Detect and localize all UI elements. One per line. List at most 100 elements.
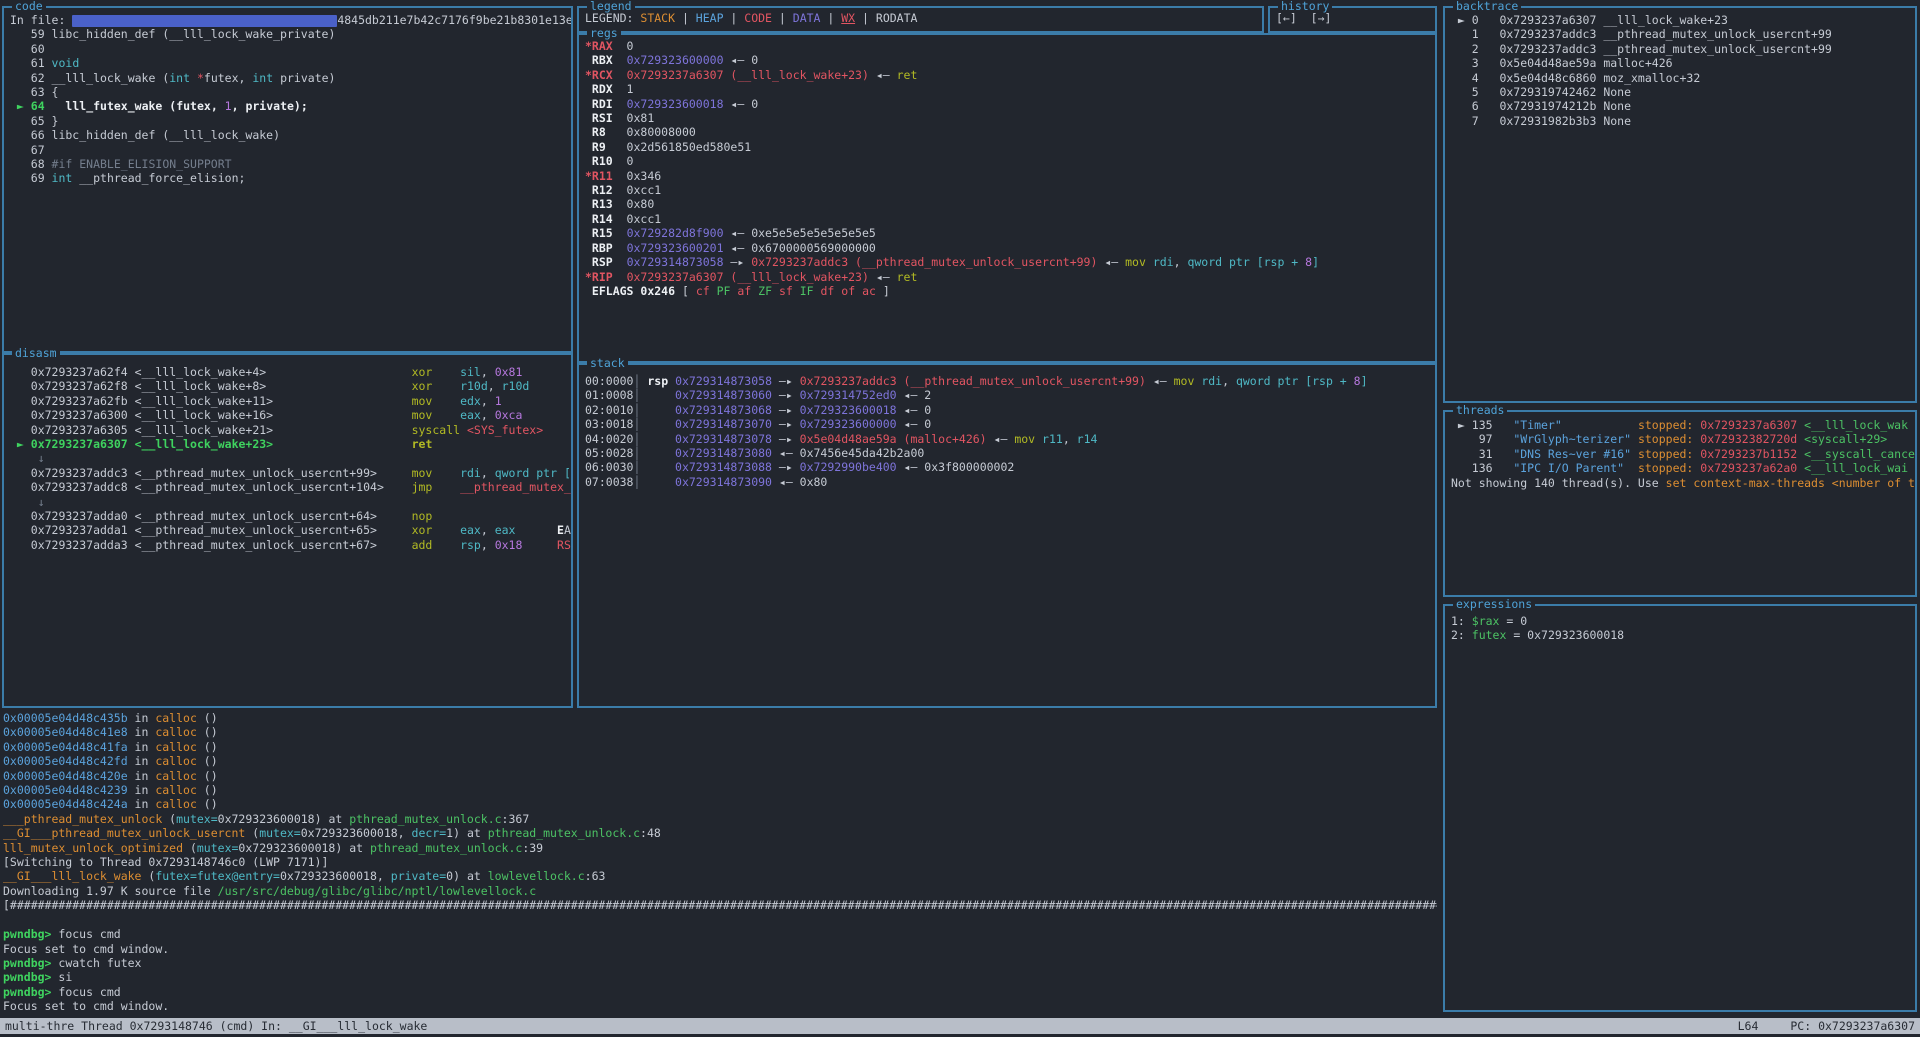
threads-panel: threads ► 135 "Timer" stopped: 0x7293237… <box>1443 410 1917 597</box>
terminal-line: ► 135 "Timer" stopped: 0x7293237a6307 <_… <box>1451 418 1915 432</box>
terminal-line: 1: $rax = 0 <box>1451 614 1915 628</box>
terminal-line: 04:0020│ 0x729314873078 —▸ 0x5e04d48ae59… <box>585 432 1435 446</box>
terminal-line: RDI 0x729323600018 ◂— 0 <box>585 97 1435 111</box>
registers-panel-body: *RAX 0 RBX 0x729323600000 ◂— 0*RCX 0x729… <box>579 35 1435 361</box>
status-line-indicator: L64 <box>1738 1018 1759 1034</box>
terminal-line: 0x7293237a62f8 <__lll_lock_wake+8> xor r… <box>10 379 571 393</box>
terminal-line: 0x00005e04d48c42fd in calloc () <box>3 754 1437 768</box>
terminal-line: [#######################################… <box>3 898 1437 912</box>
terminal-line: 0x00005e04d48c4239 in calloc () <box>3 783 1437 797</box>
terminal-line: ► 0x7293237a6307 <__lll_lock_wake+23> re… <box>10 437 571 451</box>
terminal-line: 0x00005e04d48c41fa in calloc () <box>3 740 1437 754</box>
history-panel: history [←] [→] <box>1268 6 1437 33</box>
terminal-line: 2 0x7293237addc3 __pthread_mutex_unlock_… <box>1451 42 1915 56</box>
terminal-line: 3 0x5e04d48ae59a malloc+426 <box>1451 56 1915 70</box>
code-panel-body: In file: 4845db211e7b42c7176f9be21b8301e… <box>4 8 571 351</box>
terminal-line: RBX 0x729323600000 ◂— 0 <box>585 53 1435 67</box>
terminal-line: 66 libc_hidden_def (__lll_lock_wake) <box>10 128 571 142</box>
history-back-button[interactable]: [←] <box>1276 11 1297 25</box>
terminal-line <box>3 913 1437 927</box>
terminal-line: 03:0018│ 0x729314873070 —▸ 0x72932360000… <box>585 417 1435 431</box>
backtrace-panel: backtrace ► 0 0x7293237a6307 __lll_lock_… <box>1443 6 1917 403</box>
stack-panel: stack 00:0000│ rsp 0x729314873058 —▸ 0x7… <box>577 363 1437 708</box>
terminal-line: 67 <box>10 143 571 157</box>
terminal-line: 6 0x72931974212b None <box>1451 99 1915 113</box>
registers-panel: regs *RAX 0 RBX 0x729323600000 ◂— 0*RCX … <box>577 33 1437 363</box>
terminal-line: 0x7293237a6305 <__lll_lock_wake+21> sysc… <box>10 423 571 437</box>
terminal-line: 0x00005e04d48c424a in calloc () <box>3 797 1437 811</box>
terminal-line: *RIP 0x7293237a6307 (__lll_lock_wake+23)… <box>585 270 1435 284</box>
terminal-line: 0x7293237a62f4 <__lll_lock_wake+4> xor s… <box>10 365 571 379</box>
terminal-line: 62 __lll_lock_wake (int *futex, int priv… <box>10 71 571 85</box>
terminal-line: 65 } <box>10 114 571 128</box>
terminal-line: R15 0x729282d8f900 ◂— 0xe5e5e5e5e5e5e5e5 <box>585 226 1435 240</box>
terminal-line: RBP 0x729323600201 ◂— 0x6700000569000000 <box>585 241 1435 255</box>
terminal-line: R8 0x80008000 <box>585 125 1435 139</box>
terminal-line: 01:0008│ 0x729314873060 —▸ 0x729314752ed… <box>585 388 1435 402</box>
status-bar: multi-thre Thread 0x7293148746 (cmd) In:… <box>0 1018 1920 1034</box>
terminal-line: 59 libc_hidden_def (__lll_lock_wake_priv… <box>10 27 571 41</box>
terminal-line: 07:0038│ 0x729314873090 ◂— 0x80 <box>585 475 1435 489</box>
terminal-line: 4 0x5e04d48c6860 moz_xmalloc+32 <box>1451 71 1915 85</box>
terminal-line: ↓ <box>10 451 571 465</box>
terminal-line: 68 #if ENABLE_ELISION_SUPPORT <box>10 157 571 171</box>
terminal-line: 0x7293237adda1 <__pthread_mutex_unlock_u… <box>10 523 571 537</box>
terminal-line: ► 0 0x7293237a6307 __lll_lock_wake+23 <box>1451 13 1915 27</box>
terminal-line: *RCX 0x7293237a6307 (__lll_lock_wake+23)… <box>585 68 1435 82</box>
terminal-line: 61 void <box>10 56 571 70</box>
terminal-line: 00:0000│ rsp 0x729314873058 —▸ 0x7293237… <box>585 374 1435 388</box>
terminal-line: 1 0x7293237addc3 __pthread_mutex_unlock_… <box>1451 27 1915 41</box>
terminal-line: R12 0xcc1 <box>585 183 1435 197</box>
terminal-line: 02:0010│ 0x729314873068 —▸ 0x72932360001… <box>585 403 1435 417</box>
terminal-line: 60 <box>10 42 571 56</box>
terminal-line: 0x7293237a6300 <__lll_lock_wake+16> mov … <box>10 408 571 422</box>
terminal-line: *RAX 0 <box>585 39 1435 53</box>
terminal-line: 5 0x729319742462 None <box>1451 85 1915 99</box>
terminal-line: pwndbg> <box>3 1014 1437 1015</box>
terminal-line: 0x7293237addc3 <__pthread_mutex_unlock_u… <box>10 466 571 480</box>
terminal-line: 0x00005e04d48c420e in calloc () <box>3 769 1437 783</box>
terminal-line: ___pthread_mutex_unlock (mutex=0x7293236… <box>3 812 1437 826</box>
terminal-line: Focus set to cmd window. <box>3 942 1437 956</box>
terminal-line: *R11 0x346 <box>585 169 1435 183</box>
terminal-line: 63 { <box>10 85 571 99</box>
status-pc-indicator: PC: 0x7293237a6307 <box>1790 1018 1915 1034</box>
terminal-line: 97 "WrGlyph~terizer" stopped: 0x72932382… <box>1451 432 1915 446</box>
terminal-line: R10 0 <box>585 154 1435 168</box>
terminal-line: 69 int __pthread_force_elision; <box>10 171 571 185</box>
terminal-line: 136 "IPC I/O Parent" stopped: 0x7293237a… <box>1451 461 1915 475</box>
terminal-line: 0x00005e04d48c435b in calloc () <box>3 711 1437 725</box>
terminal-line: 0x7293237adda3 <__pthread_mutex_unlock_u… <box>10 538 571 552</box>
disassembly-panel: disasm 0x7293237a62f4 <__lll_lock_wake+4… <box>2 353 573 708</box>
terminal-line: [Switching to Thread 0x7293148746c0 (LWP… <box>3 855 1437 869</box>
terminal-line: 31 "DNS Res~ver #16" stopped: 0x7293237b… <box>1451 447 1915 461</box>
expressions-panel: expressions 1: $rax = 02: futex = 0x7293… <box>1443 604 1917 1012</box>
status-right-group: L64 PC: 0x7293237a6307 <box>1738 1018 1915 1034</box>
terminal-line: pwndbg> cwatch futex <box>3 956 1437 970</box>
terminal-line: 0x7293237adda0 <__pthread_mutex_unlock_u… <box>10 509 571 523</box>
terminal-line: 0x00005e04d48c41e8 in calloc () <box>3 725 1437 739</box>
terminal-line: In file: 4845db211e7b42c7176f9be21b8301e… <box>10 13 571 27</box>
legend-panel-body: LEGEND: STACK | HEAP | CODE | DATA | WX … <box>579 8 1262 31</box>
terminal-line: 2: futex = 0x729323600018 <box>1451 628 1915 642</box>
code-panel: code In file: 4845db211e7b42c7176f9be21b… <box>2 6 573 353</box>
legend-panel: legend LEGEND: STACK | HEAP | CODE | DAT… <box>577 6 1264 33</box>
cmd-output[interactable]: 0x00005e04d48c435b in calloc ()0x00005e0… <box>3 711 1437 1015</box>
terminal-line: 0x7293237addc8 <__pthread_mutex_unlock_u… <box>10 480 571 494</box>
history-forward-button[interactable]: [→] <box>1311 11 1332 25</box>
terminal-line: pwndbg> focus cmd <box>3 927 1437 941</box>
stack-panel-body: 00:0000│ rsp 0x729314873058 —▸ 0x7293237… <box>579 365 1435 706</box>
terminal-line: R9 0x2d561850ed580e51 <box>585 140 1435 154</box>
terminal-line: lll_mutex_unlock_optimized (mutex=0x7293… <box>3 841 1437 855</box>
terminal-line: RSI 0x81 <box>585 111 1435 125</box>
disassembly-panel-body: 0x7293237a62f4 <__lll_lock_wake+4> xor s… <box>4 355 571 706</box>
terminal-line: 0x7293237a62fb <__lll_lock_wake+11> mov … <box>10 394 571 408</box>
terminal-line: __GI___lll_lock_wake (futex=futex@entry=… <box>3 869 1437 883</box>
terminal-line: LEGEND: STACK | HEAP | CODE | DATA | WX … <box>585 11 1262 25</box>
redacted-highlight <box>72 15 337 27</box>
history-panel-body: [←] [→] <box>1270 8 1435 31</box>
terminal-line: R13 0x80 <box>585 197 1435 211</box>
terminal-line: RDX 1 <box>585 82 1435 96</box>
terminal-line: pwndbg> si <box>3 970 1437 984</box>
terminal-line: Not showing 140 thread(s). Use set conte… <box>1451 476 1915 490</box>
